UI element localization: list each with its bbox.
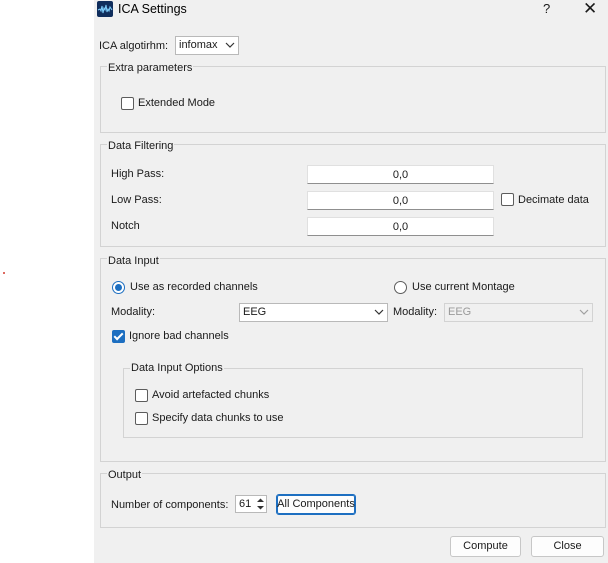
data-input-title: Data Input — [107, 255, 160, 267]
notch-input[interactable]: 0,0 — [307, 217, 494, 236]
extended-mode-checkbox[interactable] — [121, 97, 134, 110]
modality-select[interactable]: EEG — [239, 303, 388, 322]
close-button[interactable]: Close — [531, 536, 604, 557]
components-spinbox[interactable]: 61 — [235, 495, 267, 513]
compute-button[interactable]: Compute — [450, 536, 521, 557]
specify-chunks-label: Specify data chunks to use — [152, 412, 284, 424]
data-filtering-title: Data Filtering — [107, 140, 175, 152]
components-label: Number of components: — [111, 499, 229, 511]
chevron-down-icon — [579, 308, 589, 316]
decimate-checkbox[interactable] — [501, 193, 514, 206]
data-input-options-title: Data Input Options — [130, 362, 224, 374]
decimate-label: Decimate data — [518, 194, 589, 206]
extra-parameters-title: Extra parameters — [107, 62, 194, 74]
window-title: ICA Settings — [118, 2, 187, 16]
montage-modality-label: Modality: — [393, 306, 438, 318]
notch-label: Notch — [111, 220, 140, 232]
data-input-options-group — [123, 368, 583, 438]
montage-modality-select[interactable]: EEG — [444, 303, 593, 322]
algorithm-label: ICA algotirhm: — [99, 40, 169, 52]
components-value: 61 — [239, 498, 252, 510]
modality-label: Modality: — [111, 306, 156, 318]
stray-dot — [3, 272, 5, 274]
ica-settings-dialog: ICA Settings ? ✕ ICA algotirhm: infomax … — [94, 0, 608, 563]
use-recorded-label: Use as recorded channels — [130, 281, 258, 293]
ignore-bad-checkbox[interactable] — [112, 330, 125, 343]
algorithm-select[interactable]: infomax — [175, 36, 239, 55]
low-pass-label: Low Pass: — [111, 194, 162, 206]
use-montage-radio[interactable] — [394, 281, 407, 294]
high-pass-label: High Pass: — [111, 168, 165, 180]
help-icon[interactable]: ? — [543, 1, 550, 16]
all-components-button[interactable]: All Components — [276, 494, 356, 515]
low-pass-input[interactable]: 0,0 — [307, 191, 494, 210]
close-icon[interactable]: ✕ — [583, 0, 597, 19]
extended-mode-label: Extended Mode — [138, 97, 216, 109]
title-bar: ICA Settings ? ✕ — [94, 0, 608, 22]
ignore-bad-label: Ignore bad channels — [129, 330, 229, 342]
chevron-down-icon — [374, 308, 384, 316]
app-icon — [97, 1, 113, 17]
chevron-down-icon — [225, 41, 235, 49]
output-title: Output — [107, 469, 143, 481]
spin-arrows-icon[interactable] — [256, 497, 265, 511]
montage-modality-value: EEG — [448, 306, 472, 318]
use-recorded-radio[interactable] — [112, 281, 125, 294]
algorithm-value: infomax — [179, 39, 218, 51]
specify-chunks-checkbox[interactable] — [135, 412, 148, 425]
avoid-artefacted-label: Avoid artefacted chunks — [152, 389, 270, 401]
high-pass-input[interactable]: 0,0 — [307, 165, 494, 184]
avoid-artefacted-checkbox[interactable] — [135, 389, 148, 402]
use-montage-label: Use current Montage — [412, 281, 515, 293]
modality-value: EEG — [243, 306, 267, 318]
